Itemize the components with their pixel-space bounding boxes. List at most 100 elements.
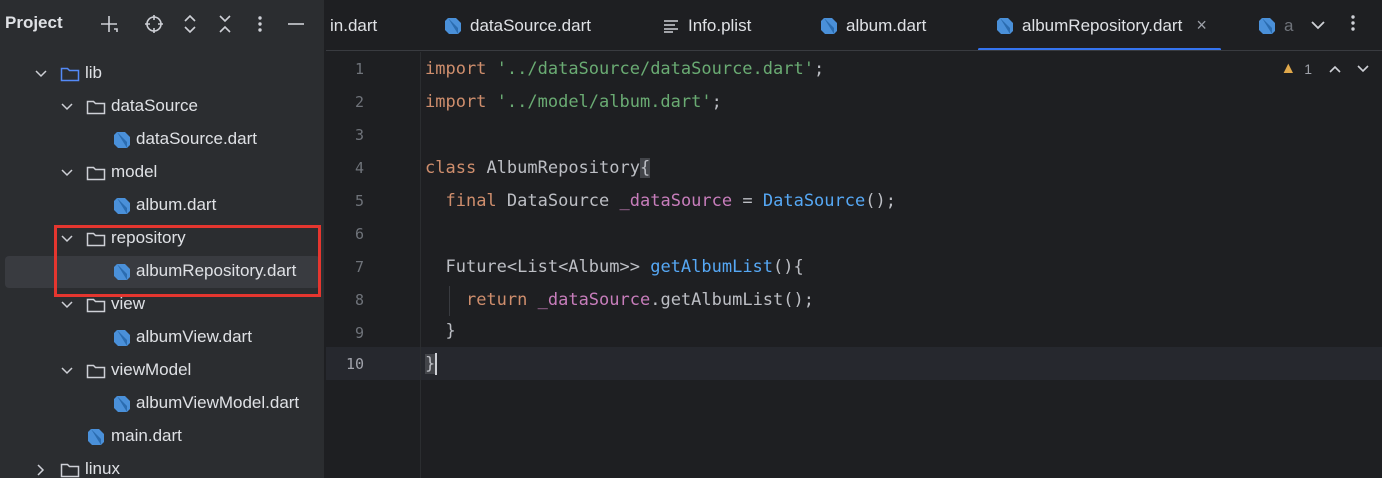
tree-item-label: lib <box>85 63 103 82</box>
annotation-highlight-box <box>54 225 321 297</box>
tree-item-label: dataSource <box>111 96 198 115</box>
tree-item-label: main.dart <box>111 426 182 445</box>
line-number: 6 <box>354 225 364 243</box>
code-line-1: import '../dataSource/dataSource.dart'; <box>425 59 824 79</box>
project-panel-header: Project <box>0 0 324 48</box>
inspection-widget[interactable]: ▲ 1 <box>1280 60 1370 78</box>
code-keyword: final <box>445 191 497 211</box>
tree-item-label: albumView.dart <box>136 327 252 346</box>
next-highlight-icon[interactable] <box>1356 61 1370 77</box>
code-operator: = <box>742 191 753 211</box>
chevron-down-icon[interactable] <box>59 363 75 379</box>
code-field: _dataSource <box>619 191 733 211</box>
tab-main-dart[interactable]: in.dart <box>330 0 378 50</box>
collapse-all-icon[interactable] <box>212 11 238 37</box>
tab-info-plist[interactable]: Info.plist <box>662 0 751 50</box>
new-file-icon[interactable] <box>96 11 122 37</box>
panel-title[interactable]: Project <box>5 13 63 33</box>
tree-item-datasource-dart[interactable]: dataSource.dart <box>0 124 324 156</box>
tree-item-datasource-folder[interactable]: dataSource <box>0 91 324 123</box>
line-number: 3 <box>354 126 364 144</box>
code-line-4: class AlbumRepository{ <box>425 158 651 178</box>
tree-item-label: viewModel <box>111 360 192 379</box>
code-line-8: return _dataSource.getAlbumList(); <box>425 290 814 310</box>
expand-all-icon[interactable] <box>177 11 203 37</box>
tree-item-main-dart[interactable]: main.dart <box>0 421 324 453</box>
code-class-name: AlbumRepository <box>486 158 640 178</box>
tree-item-album-dart[interactable]: album.dart <box>0 190 324 222</box>
chevron-down-icon[interactable] <box>59 99 75 115</box>
tab-truncated[interactable]: a <box>1258 0 1293 50</box>
tree-item-lib[interactable]: lib <box>0 58 324 90</box>
dart-file-icon <box>820 17 838 35</box>
code-line-10: } <box>425 354 436 374</box>
folder-icon <box>60 64 80 84</box>
code-type: DataSource <box>506 191 610 211</box>
tree-item-label: model <box>111 162 158 181</box>
chevron-down-icon[interactable] <box>59 297 75 313</box>
tab-label: dataSource.dart <box>470 15 591 35</box>
code-keyword: return <box>465 290 528 310</box>
more-options-icon[interactable] <box>247 11 273 37</box>
hide-panel-icon[interactable] <box>283 11 309 37</box>
tab-datasource-dart[interactable]: dataSource.dart <box>444 0 591 50</box>
code-line-7: Future<List<Album>> getAlbumList(){ <box>425 257 804 277</box>
text-file-icon <box>662 17 680 35</box>
chevron-down-icon[interactable] <box>33 66 49 82</box>
code-call: .getAlbumList(); <box>650 290 814 310</box>
tree-item-label: dataSource.dart <box>136 129 257 148</box>
dart-file-icon <box>444 17 462 35</box>
dart-file-icon <box>86 427 106 447</box>
more-options-icon <box>1350 13 1356 38</box>
dart-file-icon <box>112 394 132 414</box>
warning-count: 1 <box>1304 61 1312 77</box>
code-type: Future<List<Album>> <box>445 257 640 277</box>
code-keyword: import <box>425 92 487 112</box>
line-number-gutter: 1 2 3 4 5 6 7 8 9 10 <box>326 52 421 478</box>
tree-item-linux-folder[interactable]: linux <box>0 454 324 478</box>
code-punct: ; <box>813 59 825 79</box>
tab-albumrepository-dart[interactable]: albumRepository.dart × <box>978 0 1221 50</box>
code-brace: } <box>445 321 456 341</box>
warning-icon: ▲ <box>1280 60 1297 77</box>
code-brace-matched: } <box>425 354 436 374</box>
code-punct: (); <box>865 191 896 211</box>
text-caret <box>435 353 437 375</box>
code-line-9: } <box>425 321 456 341</box>
tree-item-model-folder[interactable]: model <box>0 157 324 189</box>
code-line-5: final DataSource _dataSource = DataSourc… <box>425 191 896 211</box>
tree-item-label: linux <box>85 459 120 478</box>
tree-item-label: albumViewModel.dart <box>136 393 300 412</box>
tree-item-albumview-dart[interactable]: albumView.dart <box>0 322 324 354</box>
code-punct: (){ <box>773 257 804 277</box>
code-function: getAlbumList <box>650 257 774 277</box>
code-editor[interactable]: 1 2 3 4 5 6 7 8 9 10 import '../dataSour… <box>326 52 1382 478</box>
previous-highlight-icon[interactable] <box>1328 61 1342 77</box>
tree-item-viewmodel-folder[interactable]: viewModel <box>0 355 324 387</box>
tab-label: albumRepository.dart <box>1022 15 1183 35</box>
dart-file-icon <box>112 130 132 150</box>
code-keyword: class <box>425 158 477 178</box>
tree-item-label: album.dart <box>136 195 217 214</box>
line-number: 2 <box>354 93 364 111</box>
code-constructor: DataSource <box>762 191 866 211</box>
folder-icon <box>86 163 106 183</box>
chevron-down-icon[interactable] <box>59 165 75 181</box>
tab-album-dart[interactable]: album.dart <box>820 0 926 50</box>
line-number-current: 10 <box>345 355 364 373</box>
folder-icon <box>86 97 106 117</box>
tree-item-albumviewmodel-dart[interactable]: albumViewModel.dart <box>0 388 324 420</box>
close-icon[interactable]: × <box>1196 15 1207 36</box>
tab-overflow-button[interactable] <box>1310 0 1326 50</box>
tab-label: in.dart <box>330 15 378 35</box>
chevron-right-icon[interactable] <box>33 462 49 478</box>
locate-icon[interactable] <box>141 11 167 37</box>
code-punct: ; <box>711 92 722 112</box>
editor-tab-bar: in.dart dataSource.dart Info.plist album… <box>326 0 1382 51</box>
code-field: _dataSource <box>537 290 651 310</box>
folder-icon <box>60 460 80 478</box>
line-number: 4 <box>354 159 364 177</box>
tab-menu-button[interactable] <box>1350 0 1356 50</box>
code-line-2: import '../model/album.dart'; <box>425 92 722 112</box>
current-line-highlight <box>326 347 1382 380</box>
